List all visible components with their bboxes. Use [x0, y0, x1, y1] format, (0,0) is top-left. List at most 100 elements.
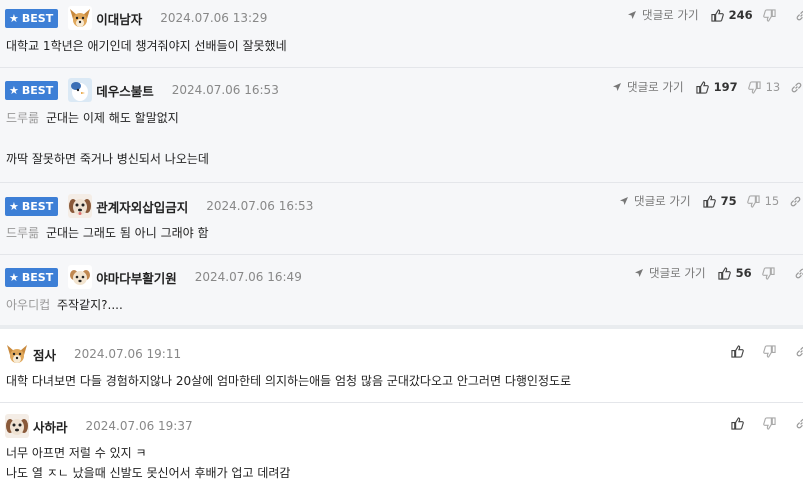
comment-header: 점사 2024.07.06 19:11	[5, 339, 181, 369]
comment-item: ★ BEST 관계자외삽입금지 2024.07.06 16:53 댓글로 가기 7…	[0, 183, 803, 255]
avatar[interactable]	[68, 78, 93, 102]
author-nickname[interactable]: 점사	[33, 345, 56, 364]
comment-body: 아우디컵 주작같지?....	[6, 295, 123, 315]
best-label: BEST	[21, 199, 54, 213]
comment-text: 군대는 그래도 됨 아니 그래야 함	[45, 226, 209, 240]
comment-body: 드루륾 군대는 이제 해도 할말없지 까딱 잘못하면 죽거나 병신되서 나오는데	[6, 108, 209, 169]
best-badge: ★ BEST	[5, 8, 59, 28]
like-button[interactable]: 75	[702, 194, 737, 208]
star-icon: ★	[9, 270, 19, 284]
author-nickname[interactable]: 데우스불트	[96, 81, 154, 100]
reply-label: 댓글로 가기	[634, 194, 691, 208]
dislike-button[interactable]: 15	[746, 194, 780, 208]
like-count: 75	[720, 194, 737, 208]
thumbs-up-icon	[695, 80, 709, 94]
share-link-icon[interactable]	[794, 267, 803, 280]
comment-item: ★ BEST 야마다부활기원 2024.07.06 16:49 댓글로 가기 56	[0, 255, 803, 326]
bird-icon	[68, 78, 93, 102]
comment-actions: 댓글로 가기 56	[634, 258, 803, 288]
comment-text: 군대는 이제 해도 할말없지	[45, 111, 179, 125]
author-nickname[interactable]: 사하라	[33, 417, 68, 436]
reply-label: 댓글로 가기	[649, 266, 706, 280]
share-link-icon[interactable]	[795, 9, 803, 22]
thumbs-up-icon	[702, 194, 716, 208]
comment-actions	[731, 336, 803, 366]
star-icon: ★	[9, 199, 19, 213]
comment-actions: 댓글로 가기 75 15	[619, 186, 802, 216]
comment-actions: 댓글로 가기 197 13	[612, 72, 803, 102]
share-link-icon[interactable]	[795, 345, 803, 358]
dislike-count: 13	[765, 80, 781, 94]
like-button[interactable]	[731, 416, 749, 430]
dislike-button[interactable]	[763, 344, 781, 358]
comment-date: 2024.07.06 19:37	[85, 419, 193, 433]
reply-arrow-icon	[628, 11, 636, 19]
dog-face-icon	[68, 265, 93, 289]
comment-header: ★ BEST 이대남자 2024.07.06 13:29	[5, 3, 267, 33]
comment-text-line: 드루륾 군대는 이제 해도 할말없지	[6, 108, 209, 128]
comment-date: 2024.07.06 16:53	[171, 83, 279, 97]
mention-link[interactable]: 드루륾	[6, 226, 39, 240]
thumbs-down-icon	[762, 8, 776, 22]
comment-actions	[731, 408, 803, 438]
comment-item: ★ BEST 데우스불트 2024.07.06 16:53 댓글로 가기 197 …	[0, 68, 803, 183]
reply-link[interactable]: 댓글로 가기	[612, 79, 684, 95]
comment-header: ★ BEST 데우스불트 2024.07.06 16:53	[5, 75, 279, 105]
comment-item: 사하라 2024.07.06 19:37 너무 아프면 저럴 수 있지 ㅋ 나도…	[0, 403, 803, 490]
mention-link[interactable]: 드루륾	[6, 111, 39, 125]
author-nickname[interactable]: 관계자외삽입금지	[96, 197, 188, 216]
best-label: BEST	[21, 83, 54, 97]
best-badge: ★ BEST	[5, 80, 59, 100]
like-button[interactable]: 56	[717, 266, 752, 280]
like-count: 246	[728, 8, 753, 22]
like-button[interactable]	[731, 344, 749, 358]
best-badge: ★ BEST	[5, 196, 59, 216]
comment-header: ★ BEST 관계자외삽입금지 2024.07.06 16:53	[5, 191, 313, 221]
comment-text-line: 대학 다녀보면 다들 경험하지않나 20살에 엄마한테 의지하는애들 엄청 많음…	[6, 374, 572, 388]
reply-link[interactable]: 댓글로 가기	[619, 193, 691, 209]
reply-link[interactable]: 댓글로 가기	[634, 265, 706, 281]
avatar[interactable]	[68, 6, 93, 30]
comment-text-line: 까딱 잘못하면 죽거나 병신되서 나오는데	[6, 152, 209, 166]
comment-text: 주작같지?....	[57, 298, 123, 312]
author-nickname[interactable]: 야마다부활기원	[96, 268, 177, 287]
comment-date: 2024.07.06 16:49	[194, 270, 302, 284]
comment-text-line: 아우디컵 주작같지?....	[6, 295, 123, 315]
star-icon: ★	[9, 83, 19, 97]
comment-header: ★ BEST 야마다부활기원 2024.07.06 16:49	[5, 262, 302, 292]
thumbs-down-icon	[747, 80, 761, 94]
share-link-icon[interactable]	[795, 417, 803, 430]
comment-body: 너무 아프면 저럴 수 있지 ㅋ 나도 열 ㅈㄴ 났을때 신발도 못신어서 후배…	[6, 443, 290, 483]
like-button[interactable]: 246	[710, 8, 753, 22]
mention-link[interactable]: 아우디컵	[6, 298, 50, 312]
comment-text-line: 너무 아프면 저럴 수 있지 ㅋ	[6, 446, 147, 460]
comment-date: 2024.07.06 13:29	[160, 11, 268, 25]
dislike-count: 15	[764, 194, 780, 208]
dislike-button[interactable]	[762, 8, 781, 22]
thumbs-down-icon	[763, 344, 776, 358]
share-link-icon[interactable]	[790, 81, 803, 94]
avatar[interactable]	[68, 194, 93, 218]
dislike-button[interactable]	[763, 416, 781, 430]
share-link-icon[interactable]	[789, 195, 802, 208]
avatar[interactable]	[5, 342, 29, 366]
avatar[interactable]	[5, 414, 29, 438]
dislike-button[interactable]: 13	[747, 80, 781, 94]
best-badge: ★ BEST	[5, 267, 59, 287]
comment-date: 2024.07.06 19:11	[74, 347, 182, 361]
comment-item: 점사 2024.07.06 19:11 대학 다녀보면 다들 경험하지않나 20…	[0, 329, 803, 403]
reply-link[interactable]: 댓글로 가기	[627, 7, 699, 23]
reply-label: 댓글로 가기	[627, 80, 684, 94]
dog-face-icon	[5, 342, 29, 366]
like-count: 56	[735, 266, 752, 280]
comment-text-line: 대학교 1학년은 애기인데 챙겨줘야지 선배들이 잘못했네	[6, 39, 287, 53]
comment-item: ★BEST 이대남자 2024.07.06 13:29 댓글로 가기 246	[0, 0, 803, 68]
dislike-button[interactable]	[761, 266, 780, 280]
comment-body: 드루륾 군대는 그래도 됨 아니 그래야 함	[6, 223, 209, 243]
comment-body: 대학 다녀보면 다들 경험하지않나 20살에 엄마한테 의지하는애들 엄청 많음…	[6, 371, 571, 391]
thumbs-up-icon	[731, 416, 744, 430]
avatar[interactable]	[68, 265, 93, 289]
author-nickname[interactable]: 이대남자	[96, 9, 142, 28]
puppy-icon	[68, 194, 93, 218]
like-button[interactable]: 197	[695, 80, 738, 94]
